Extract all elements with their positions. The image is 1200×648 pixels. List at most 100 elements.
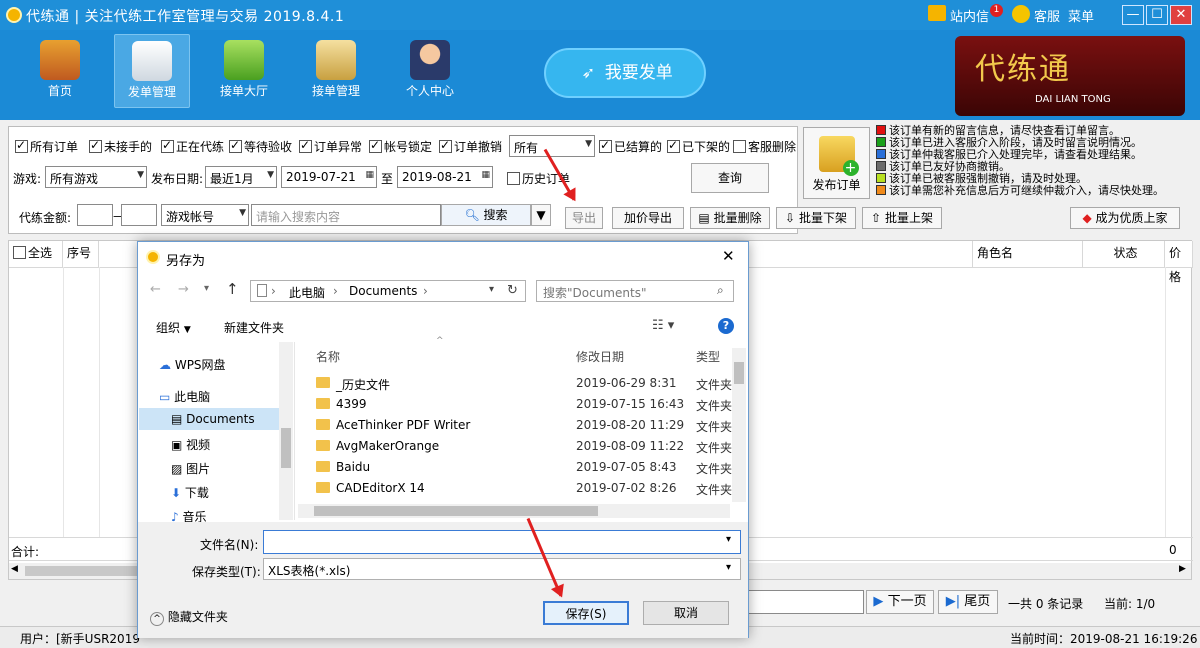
- chevron-down-icon[interactable]: ▾: [726, 562, 731, 573]
- search-button[interactable]: 🔍︎ 搜索: [441, 204, 531, 226]
- amount-min-input[interactable]: [77, 204, 113, 226]
- file-row[interactable]: 4399 2019-07-15 16:43 文件夹: [316, 397, 736, 418]
- check-awaiting[interactable]: 等待验收: [229, 138, 292, 155]
- checkbox[interactable]: [733, 140, 746, 153]
- tree-pictures[interactable]: ▨ 图片: [171, 460, 210, 477]
- organize-menu[interactable]: 组织 ▼: [156, 319, 191, 336]
- filename-input[interactable]: ▾: [263, 530, 741, 554]
- check-abnormal[interactable]: 订单异常: [299, 138, 362, 155]
- search-dropdown-button[interactable]: ▼: [531, 204, 551, 226]
- save-button[interactable]: 保存(S): [543, 601, 629, 625]
- file-row[interactable]: _历史文件 2019-06-29 8:31 文件夹: [316, 376, 736, 397]
- help-icon[interactable]: ?: [718, 318, 734, 334]
- query-button[interactable]: 查询: [691, 163, 769, 193]
- batch-offline-button[interactable]: ⇩ 批量下架: [776, 207, 856, 229]
- tree-scrollbar[interactable]: [279, 342, 293, 520]
- tree-this-pc[interactable]: ▭ 此电脑: [159, 388, 210, 405]
- file-list-hscroll[interactable]: [298, 504, 730, 518]
- premium-button[interactable]: ◆ 成为优质上家: [1070, 207, 1180, 229]
- cancel-button[interactable]: 取消: [643, 601, 729, 625]
- batch-online-button[interactable]: ⇧ 批量上架: [862, 207, 942, 229]
- check-locked[interactable]: 帐号锁定: [369, 138, 432, 155]
- nav-take-manage[interactable]: 接单管理: [298, 34, 374, 108]
- minimize-button[interactable]: —: [1122, 5, 1144, 25]
- date-from-input[interactable]: 2019-07-21 ▦: [281, 166, 377, 188]
- export-button[interactable]: 导出: [565, 207, 603, 229]
- scroll-left-icon[interactable]: ◀: [11, 564, 18, 574]
- game-select[interactable]: 所有游戏 ▼: [45, 166, 147, 188]
- tree-videos[interactable]: ▣ 视频: [171, 436, 210, 453]
- checkbox[interactable]: [667, 138, 680, 153]
- nav-order-hall[interactable]: 接单大厅: [206, 34, 282, 108]
- address-bar[interactable]: › 此电脑 › Documents › ▾ ↻: [250, 280, 526, 302]
- checkbox[interactable]: [89, 138, 102, 153]
- file-row[interactable]: Baidu 2019-07-05 8:43 文件夹: [316, 460, 736, 481]
- send-order-button[interactable]: ➶ 我要发单: [544, 48, 706, 98]
- dialog-search-input[interactable]: 搜索"Documents" ⌕: [536, 280, 734, 302]
- last-page-button[interactable]: ▶| 尾页: [938, 590, 998, 614]
- recent-chevron-icon[interactable]: ▾: [204, 283, 209, 294]
- check-deleted[interactable]: 客服删除: [733, 138, 796, 155]
- check-revoked[interactable]: 订单撤销: [439, 138, 502, 155]
- checkbox[interactable]: [13, 246, 26, 259]
- view-options-icon[interactable]: ☷ ▾: [652, 318, 674, 333]
- search-input[interactable]: 请输入搜索内容: [251, 204, 441, 226]
- chevron-down-icon[interactable]: ▾: [489, 284, 494, 295]
- menu-link[interactable]: 菜单: [1068, 6, 1094, 25]
- col-type-header[interactable]: 类型: [696, 348, 720, 365]
- nav-home[interactable]: 首页: [22, 34, 98, 108]
- check-settled[interactable]: 已结算的: [599, 138, 662, 155]
- breadcrumb-documents[interactable]: Documents: [349, 284, 417, 298]
- tree-wps[interactable]: ☁ WPS网盘: [159, 356, 226, 373]
- checkbox[interactable]: [161, 138, 174, 153]
- check-untaken[interactable]: 未接手的: [89, 138, 152, 155]
- up-icon[interactable]: ↑: [226, 280, 239, 298]
- checkbox[interactable]: [15, 138, 28, 153]
- dialog-close-icon[interactable]: ✕: [722, 247, 735, 265]
- tree-downloads[interactable]: ⬇ 下载: [171, 484, 209, 501]
- new-folder-button[interactable]: 新建文件夹: [224, 319, 284, 336]
- date-to-input[interactable]: 2019-08-21 ▦: [397, 166, 493, 188]
- checkbox[interactable]: [439, 138, 452, 153]
- filetype-select[interactable]: XLS表格(*.xls) ▾: [263, 558, 741, 580]
- forward-icon[interactable]: →: [178, 282, 189, 297]
- maximize-button[interactable]: ☐: [1146, 5, 1168, 25]
- chevron-down-icon[interactable]: ▾: [726, 534, 731, 545]
- service-link[interactable]: 客服: [1034, 6, 1060, 25]
- scroll-right-icon[interactable]: ▶: [1179, 564, 1186, 574]
- mail-icon[interactable]: [928, 5, 946, 21]
- scroll-thumb[interactable]: [281, 428, 291, 468]
- date-range-select[interactable]: 最近1月 ▼: [205, 166, 277, 188]
- batch-delete-button[interactable]: ▤ 批量删除: [690, 207, 770, 229]
- mail-link[interactable]: 站内信: [950, 6, 989, 25]
- nav-order-manage[interactable]: 发单管理: [114, 34, 190, 108]
- file-row[interactable]: AceThinker PDF Writer 2019-08-20 11:29 文件夹: [316, 418, 736, 439]
- checkbox[interactable]: [507, 172, 520, 185]
- refresh-icon[interactable]: ↻: [507, 283, 518, 298]
- calendar-icon[interactable]: ▦: [365, 170, 374, 180]
- hide-folders-toggle[interactable]: ^ 隐藏文件夹: [150, 608, 228, 626]
- file-row[interactable]: AvgMakerOrange 2019-08-09 11:22 文件夹: [316, 439, 736, 460]
- col-date-header[interactable]: 修改日期: [576, 348, 624, 365]
- checkbox[interactable]: [229, 138, 242, 153]
- file-row[interactable]: CADEditorX 14 2019-07-02 8:26 文件夹: [316, 481, 736, 502]
- tree-documents[interactable]: ▤ Documents: [171, 412, 255, 426]
- checkbox[interactable]: [299, 138, 312, 153]
- nav-profile[interactable]: 个人中心: [392, 34, 468, 108]
- page-input[interactable]: [748, 590, 864, 614]
- col-name-header[interactable]: 名称: [316, 348, 340, 365]
- scroll-thumb[interactable]: [734, 362, 744, 384]
- calendar-icon[interactable]: ▦: [481, 170, 490, 180]
- check-offline[interactable]: 已下架的: [667, 138, 730, 155]
- price-export-button[interactable]: 加价导出: [612, 207, 684, 229]
- file-list-vscroll[interactable]: [732, 348, 746, 502]
- check-all-orders[interactable]: 所有订单: [15, 138, 78, 155]
- next-page-button[interactable]: ▶ 下一页: [866, 590, 934, 614]
- publish-order-button[interactable]: + 发布订单: [803, 127, 870, 199]
- checkbox[interactable]: [599, 138, 612, 153]
- account-type-select[interactable]: 游戏帐号 ▼: [161, 204, 249, 226]
- scroll-thumb[interactable]: [314, 506, 598, 516]
- close-button[interactable]: ✕: [1170, 5, 1192, 25]
- check-in-progress[interactable]: 正在代练: [161, 138, 224, 155]
- select-all-header[interactable]: 全选: [9, 241, 63, 267]
